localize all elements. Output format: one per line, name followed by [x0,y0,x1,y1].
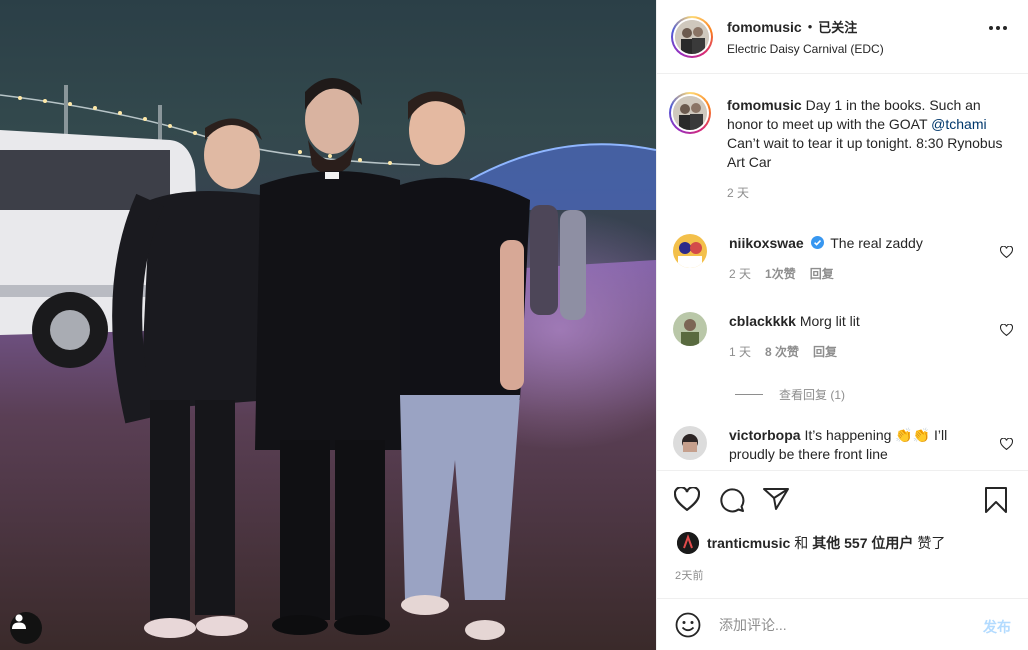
commenter-avatar[interactable] [673,234,707,268]
comment-item: cblackkkk Morg lit lit 1 天 8 次赞 回复 [673,312,1013,362]
post-modal: fomomusic • 已关注 Electric Daisy Carnival … [0,0,1028,650]
comment-input[interactable] [719,616,959,633]
caption: fomomusic Day 1 in the books. Such an ho… [669,92,1013,203]
comment-likes[interactable]: 8 次赞 [765,343,799,362]
reply-button[interactable]: 回复 [813,343,837,362]
caption-avatar-ring[interactable] [669,92,711,134]
bookmark-icon[interactable] [984,487,1008,513]
commenter-username[interactable]: cblackkkk [729,313,796,329]
post-sidebar: fomomusic • 已关注 Electric Daisy Carnival … [656,0,1028,650]
comment-text: Morg lit lit [799,313,860,329]
commenter-avatar[interactable] [673,426,707,460]
comment-icon[interactable] [719,487,745,513]
commenter-avatar[interactable] [673,312,707,346]
mention-link[interactable]: @tchami [931,116,986,132]
emoji-icon[interactable] [675,612,701,638]
story-ring[interactable] [671,15,713,58]
comment-composer: 发布 [657,598,1028,650]
comment-item: victorbopa It’s happening 👏👏 I’ll proudl… [673,426,1013,464]
view-replies-button[interactable]: 查看回复 (1) [735,386,845,403]
likes-joiner: 和 [794,535,809,551]
caption-username[interactable]: fomomusic [727,97,802,113]
author-username[interactable]: fomomusic [727,19,802,35]
author-avatar [675,19,709,54]
comment-time[interactable]: 1 天 [729,343,751,362]
comments-list[interactable]: fomomusic Day 1 in the books. Such an ho… [657,74,1028,470]
photo-scene [0,77,656,650]
likes-summary[interactable]: tranticmusic 和 其他 557 位用户 赞了 [677,532,945,554]
verified-icon [810,236,824,249]
view-replies-label: 查看回复 (1) [779,388,846,402]
commenter-username[interactable]: niikoxswae [729,235,804,251]
user-tag-icon [12,614,26,629]
reply-button[interactable]: 回复 [810,265,834,284]
comment-time[interactable]: 2 天 [729,265,751,284]
heart-icon[interactable] [674,487,700,511]
location-link[interactable]: Electric Daisy Carnival (EDC) [727,42,884,56]
post-photo[interactable] [0,0,656,650]
post-comment-button[interactable]: 发布 [983,617,1011,637]
comment-text: The real zaddy [830,235,923,251]
more-icon [989,26,993,30]
more-options-button[interactable] [989,26,1007,30]
separator-dot: • [807,19,813,34]
liker-username[interactable]: tranticmusic [707,535,790,551]
replies-line [735,394,763,395]
caption-avatar [673,96,707,130]
heart-icon[interactable] [1000,438,1013,450]
background-people [530,205,586,320]
commenter-username[interactable]: victorbopa [729,427,801,443]
caption-time[interactable]: 2 天 [727,184,749,203]
likes-others-link[interactable]: 其他 557 位用户 [812,533,913,553]
comment-likes[interactable]: 1次赞 [765,265,796,284]
likes-suffix: 赞了 [917,535,946,551]
post-timestamp[interactable]: 2天前 [675,567,704,583]
post-header: fomomusic • 已关注 Electric Daisy Carnival … [657,0,1028,74]
heart-icon[interactable] [1000,324,1013,336]
follow-status-button[interactable]: 已关注 [818,17,857,36]
heart-icon[interactable] [1000,246,1013,258]
action-bar [657,470,1028,530]
caption-text-2: Can’t wait to tear it up tonight. 8:30 R… [727,135,1003,170]
liker-avatar[interactable] [677,532,699,554]
pole [158,105,162,145]
user-tag-button[interactable] [10,612,42,644]
share-icon[interactable] [763,487,789,511]
comment-item: niikoxswae The real zaddy 2 天 1次赞 回复 [673,234,1013,284]
